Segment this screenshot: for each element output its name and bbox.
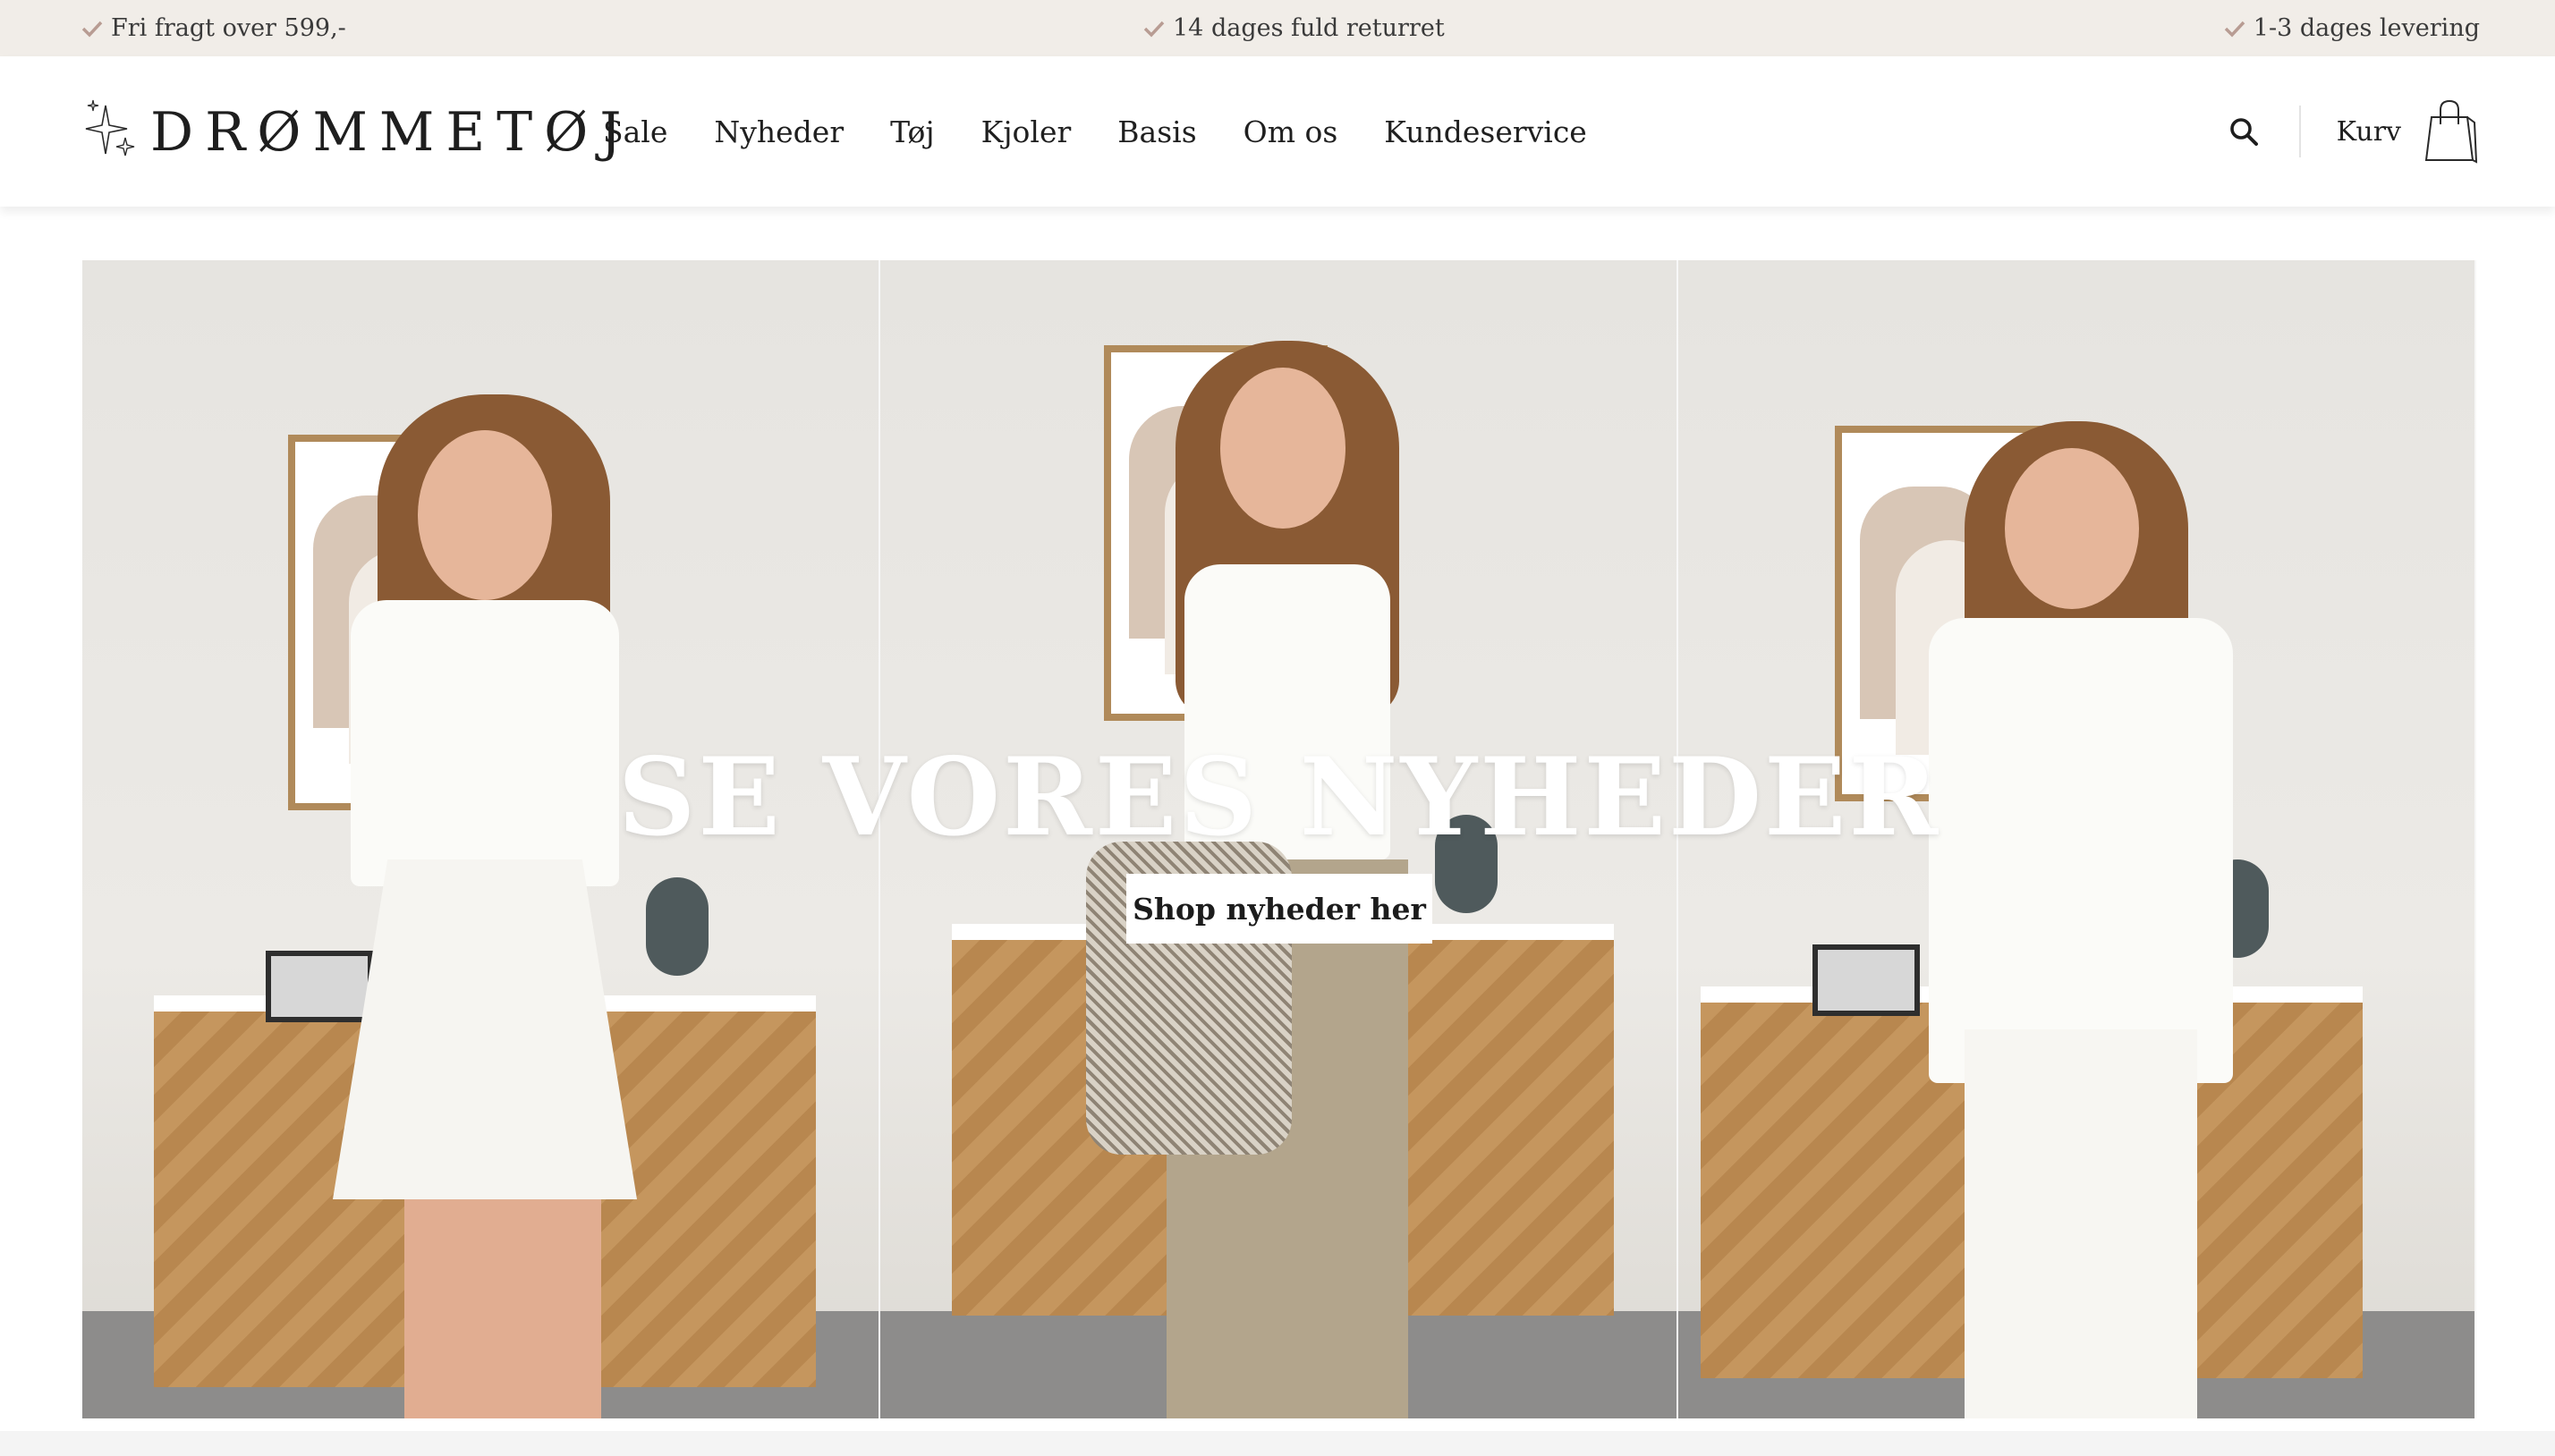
cart-label[interactable]: Kurv <box>2337 116 2401 148</box>
usp-label: Fri fragt over 599,- <box>111 14 346 42</box>
header-actions: Kurv <box>2224 56 2478 207</box>
usp-delivery: 1-3 dages levering <box>2223 0 2480 56</box>
model-figure <box>1893 421 2269 1418</box>
hero-photo-white-dress <box>82 260 880 1418</box>
logo[interactable]: DRØMMETØJ <box>84 92 632 173</box>
search-button[interactable] <box>2224 112 2263 151</box>
main-nav: Sale Nyheder Tøj Kjoler Basis Om os Kund… <box>603 56 1587 207</box>
check-icon <box>81 21 103 38</box>
usp-label: 1-3 dages levering <box>2253 14 2480 42</box>
site-header: DRØMMETØJ Sale Nyheder Tøj Kjoler Basis … <box>0 56 2555 207</box>
nav-item-kjoler[interactable]: Kjoler <box>981 114 1072 149</box>
nav-item-basis[interactable]: Basis <box>1117 114 1196 149</box>
usp-free-shipping: Fri fragt over 599,- <box>81 0 346 56</box>
usp-bar: Fri fragt over 599,- 14 dages fuld retur… <box>0 0 2555 56</box>
hero-banner[interactable]: SE VORES NYHEDER Shop nyheder her <box>82 260 2476 1418</box>
sparkle-icon <box>85 99 135 157</box>
usp-returns: 14 dages fuld returret <box>1142 0 1445 56</box>
cart-button[interactable] <box>2421 97 2478 165</box>
hero-photo-cargo-pants <box>880 260 1678 1418</box>
shopping-bag-icon <box>2424 99 2478 164</box>
page-bottom-strip <box>0 1431 2555 1456</box>
nav-item-nyheder[interactable]: Nyheder <box>714 114 844 149</box>
model-figure <box>297 394 673 1418</box>
hero-photo-lace-set <box>1678 260 2476 1418</box>
usp-label: 14 dages fuld returret <box>1173 14 1445 42</box>
shop-news-button[interactable]: Shop nyheder her <box>1126 874 1432 944</box>
nav-item-toj[interactable]: Tøj <box>890 114 935 149</box>
header-divider <box>2298 106 2301 157</box>
check-icon <box>2224 21 2245 38</box>
check-icon <box>1143 21 1165 38</box>
logo-text: DRØMMETØJ <box>150 101 633 164</box>
nav-item-sale[interactable]: Sale <box>603 114 667 149</box>
nav-item-om-os[interactable]: Om os <box>1244 114 1338 149</box>
nav-item-kundeservice[interactable]: Kundeservice <box>1384 114 1587 149</box>
search-icon <box>2229 118 2258 146</box>
